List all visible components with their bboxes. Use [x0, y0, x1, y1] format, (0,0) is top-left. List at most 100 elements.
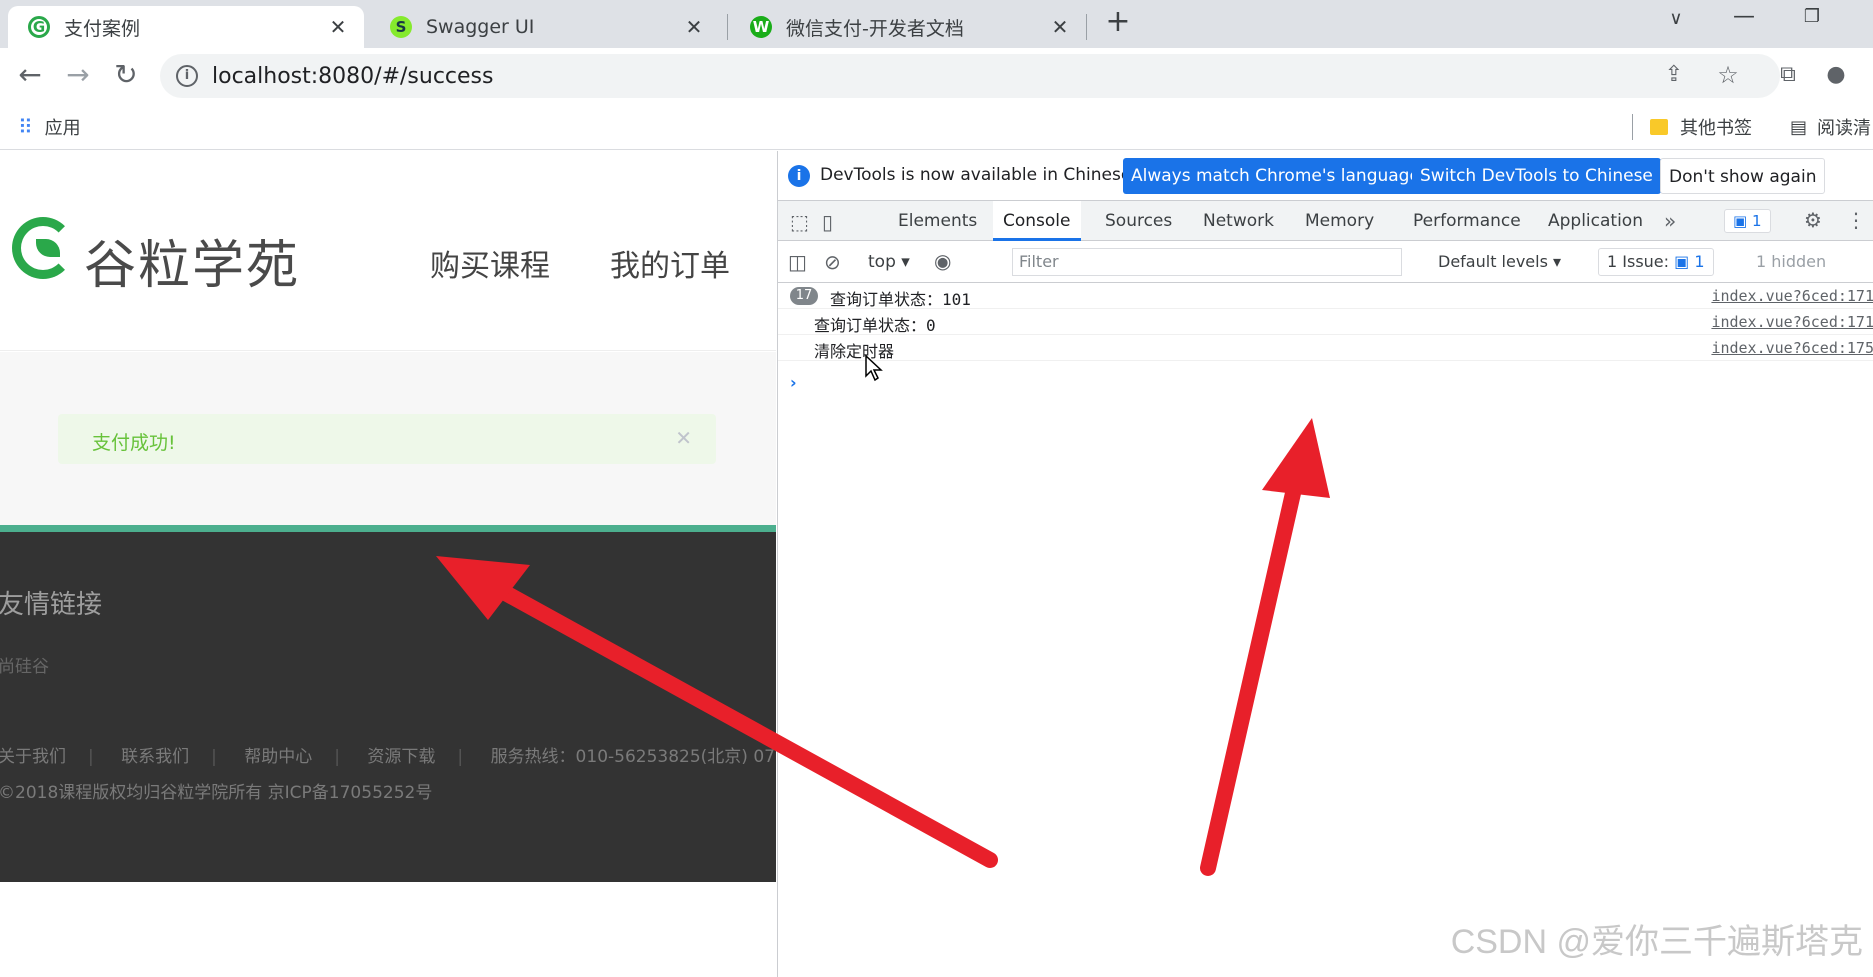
tab-application[interactable]: Application — [1538, 201, 1653, 241]
nav-buy-course[interactable]: 购买课程 — [430, 241, 550, 285]
close-icon[interactable]: ✕ — [675, 426, 692, 450]
tab-memory[interactable]: Memory — [1295, 201, 1384, 241]
issue-count: 1 — [1694, 252, 1705, 271]
share-icon[interactable]: ⇪ — [1656, 58, 1692, 94]
tab-sources[interactable]: Sources — [1095, 201, 1182, 241]
minimize-button[interactable]: — — [1724, 4, 1764, 29]
close-icon[interactable]: ✕ — [324, 15, 352, 39]
issue-icon: ▣ — [1674, 252, 1690, 271]
tab-title: Swagger UI — [426, 16, 535, 38]
reading-list[interactable]: ▤ 阅读清 — [1790, 114, 1871, 140]
address-bar[interactable]: i localhost:8080/#/success — [160, 54, 1780, 98]
footer-link-contact[interactable]: 联系我们 — [121, 747, 189, 767]
clear-console-icon[interactable]: ⊘ — [824, 250, 841, 274]
site-footer: 友情链接 尚硅谷 关于我们 | 联系我们 | 帮助中心 | 资源下载 | 服务热线：01… — [0, 525, 776, 882]
footer-separator: | — [334, 747, 341, 767]
tab-title: 支付案例 — [64, 17, 141, 40]
tab-divider — [727, 14, 728, 40]
tab-strip: G 支付案例 ✕ S Swagger UI ✕ W 微信支付-开发者文档 ✕ +… — [0, 0, 1873, 48]
reading-list-label: 阅读清 — [1817, 118, 1872, 139]
back-button[interactable]: ← — [12, 58, 48, 94]
bookmark-star-icon[interactable]: ☆ — [1710, 58, 1746, 94]
tab-search-icon[interactable]: ∨ — [1656, 8, 1696, 29]
console-message[interactable]: 清除定时器 index.vue?6ced:175 — [778, 335, 1873, 361]
switch-to-chinese-button[interactable]: Switch DevTools to Chinese — [1412, 158, 1661, 194]
tab-title: 微信支付-开发者文档 — [786, 17, 964, 40]
extensions-icon[interactable]: ⧉ — [1770, 58, 1806, 94]
info-icon: i — [788, 165, 810, 187]
log-text: 查询订单状态：0 — [814, 316, 936, 335]
tab-divider — [1086, 14, 1087, 40]
messages-count: 1 — [1751, 212, 1762, 230]
context-selector[interactable]: top ▾ — [868, 252, 910, 272]
footer-link-help[interactable]: 帮助中心 — [244, 747, 312, 767]
folder-icon — [1650, 119, 1668, 135]
tab-console[interactable]: Console — [993, 201, 1081, 241]
console-message[interactable]: 查询订单状态：0 index.vue?6ced:171 — [778, 309, 1873, 335]
console-message[interactable]: 17 查询订单状态：101 index.vue?6ced:171 — [778, 283, 1873, 309]
dont-show-again-button[interactable]: Don't show again — [1660, 158, 1826, 194]
other-bookmarks[interactable]: 其他书签 — [1650, 114, 1752, 140]
log-source-link[interactable]: index.vue?6ced:171 — [1711, 313, 1873, 331]
site-header: 谷粒学苑 购买课程 我的订单 — [0, 151, 776, 351]
new-tab-button[interactable]: + — [1098, 4, 1138, 39]
live-expression-eye-icon[interactable]: ◉ — [934, 249, 951, 273]
tab-elements[interactable]: Elements — [888, 201, 987, 241]
log-levels-dropdown[interactable]: Default levels ▾ — [1438, 252, 1561, 271]
issues-counter[interactable]: 1 Issue: ▣ 1 — [1598, 248, 1714, 276]
friend-link[interactable]: 尚硅谷 — [0, 652, 49, 677]
bookmark-divider — [1632, 114, 1633, 140]
restore-button[interactable]: ❐ — [1792, 6, 1832, 27]
log-levels-label: Default levels — [1438, 252, 1548, 271]
profile-icon[interactable]: ● — [1818, 58, 1854, 94]
context-label: top — [868, 252, 896, 272]
log-source-link[interactable]: index.vue?6ced:171 — [1711, 287, 1873, 305]
tab-payment-demo[interactable]: G 支付案例 ✕ — [8, 6, 364, 48]
sidebar-toggle-icon[interactable]: ◫ — [788, 250, 807, 274]
tab-network[interactable]: Network — [1193, 201, 1284, 241]
close-icon[interactable]: ✕ — [1046, 15, 1074, 39]
devtools-panel: i DevTools is now available in Chinese! … — [777, 151, 1873, 977]
hidden-count: 1 hidden — [1756, 252, 1827, 271]
console-prompt-icon[interactable]: › — [790, 373, 797, 392]
log-source-link[interactable]: index.vue?6ced:175 — [1711, 339, 1873, 357]
footer-copyright: ©2018课程版权均归谷粒学院所有 京ICP备17055252号 — [0, 783, 433, 803]
site-info-icon[interactable]: i — [176, 65, 198, 87]
footer-separator: | — [457, 747, 464, 767]
forward-button[interactable]: → — [60, 58, 96, 94]
console-filter-input[interactable]: Filter — [1012, 248, 1402, 276]
settings-gear-icon[interactable]: ⚙ — [1804, 208, 1822, 232]
success-content: 支付成功! ✕ — [0, 352, 776, 525]
more-options-icon[interactable]: ⋮ — [1846, 208, 1866, 232]
messages-badge[interactable]: ▣ 1 — [1724, 209, 1771, 233]
site-logo-text[interactable]: 谷粒学苑 — [84, 223, 300, 298]
wechat-favicon-icon: W — [750, 16, 772, 38]
nav-my-orders[interactable]: 我的订单 — [610, 241, 730, 285]
apps-grid-icon: ⠿ — [18, 115, 33, 139]
success-alert: 支付成功! ✕ — [58, 414, 716, 464]
footer-separator: | — [211, 747, 217, 767]
footer-links: 关于我们 | 联系我们 | 帮助中心 | 资源下载 | 服务热线：010-5625382… — [0, 742, 776, 767]
language-infobar: i DevTools is now available in Chinese! … — [778, 151, 1873, 201]
more-tabs-icon[interactable]: » — [1664, 209, 1676, 233]
tab-wechat-pay-docs[interactable]: W 微信支付-开发者文档 ✕ — [730, 6, 1086, 48]
issues-label: 1 Issue: — [1607, 252, 1670, 271]
close-icon[interactable]: ✕ — [680, 15, 708, 39]
footer-link-about[interactable]: 关于我们 — [0, 747, 66, 767]
inspect-element-icon[interactable]: ⬚ — [790, 210, 809, 234]
bookmarks-bar: ⠿ 应用 其他书签 ▤ 阅读清 — [0, 104, 1873, 150]
tab-swagger-ui[interactable]: S Swagger UI ✕ — [370, 6, 720, 48]
reload-button[interactable]: ↻ — [108, 58, 144, 94]
guli-favicon-icon: G — [28, 16, 50, 38]
page-viewport: 谷粒学苑 购买课程 我的订单 支付成功! ✕ 友情链接 尚硅谷 关于我们 | 联系… — [0, 151, 776, 977]
always-match-language-button[interactable]: Always match Chrome's language — [1123, 158, 1428, 194]
csdn-watermark: CSDN @爱你三千遍斯塔克 — [1450, 923, 1863, 961]
footer-link-downloads[interactable]: 资源下载 — [367, 747, 435, 767]
tab-performance[interactable]: Performance — [1403, 201, 1531, 241]
apps-label: 应用 — [44, 118, 81, 139]
apps-bookmark[interactable]: ⠿ 应用 — [18, 114, 81, 140]
device-toolbar-icon[interactable]: ▯ — [822, 210, 833, 234]
footer-heading: 友情链接 — [0, 590, 103, 620]
browser-toolbar: ← → ↻ i localhost:8080/#/success ⇪ ☆ ⧉ ● — [0, 48, 1873, 104]
repeat-count-badge: 17 — [790, 287, 818, 305]
